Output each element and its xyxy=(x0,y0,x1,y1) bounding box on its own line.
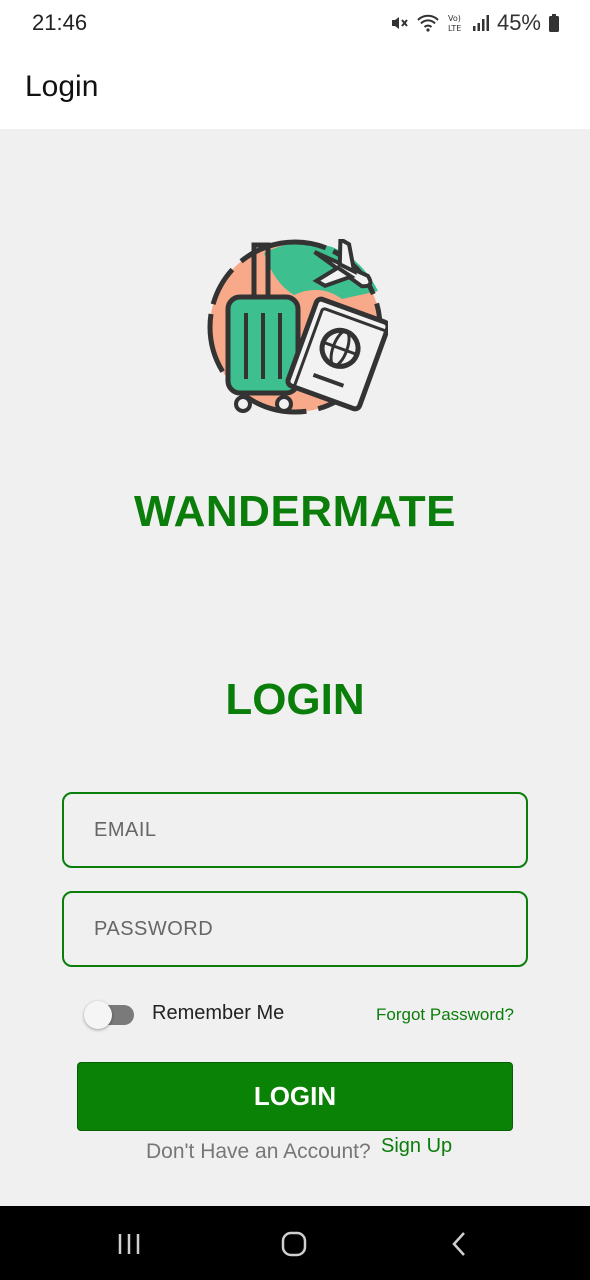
travel-luggage-passport-icon xyxy=(202,235,391,419)
sign-up-link[interactable]: Sign Up xyxy=(381,1135,452,1158)
toggle-thumb xyxy=(84,1001,112,1029)
no-account-text: Don't Have an Account? xyxy=(146,1140,371,1163)
page-title: Login xyxy=(25,70,99,103)
svg-text:LTE: LTE xyxy=(448,24,461,33)
brand-name: WANDERMATE xyxy=(134,487,456,536)
email-field[interactable] xyxy=(62,792,528,868)
system-nav-bar xyxy=(0,1206,590,1280)
login-button[interactable]: LOGIN xyxy=(77,1062,513,1131)
signal-icon xyxy=(472,14,490,32)
battery-percent: 45% xyxy=(496,10,541,35)
wifi-icon xyxy=(416,13,440,33)
remember-me-toggle[interactable] xyxy=(84,1000,134,1029)
recents-icon[interactable] xyxy=(114,1228,146,1260)
status-bar: 21:46 Vo) LTE 45% xyxy=(0,0,590,48)
login-heading: LOGIN xyxy=(225,675,365,724)
mute-icon xyxy=(389,13,409,33)
battery-icon xyxy=(548,13,560,33)
login-content: WANDERMATE LOGIN Remember Me Forgot Pass… xyxy=(0,129,590,1206)
volte-icon: Vo) LTE xyxy=(447,12,465,34)
forgot-password-link[interactable]: Forgot Password? xyxy=(376,1005,514,1025)
svg-text:Vo): Vo) xyxy=(448,14,461,23)
app-bar: Login xyxy=(0,48,590,129)
password-field[interactable] xyxy=(62,891,528,967)
back-icon[interactable] xyxy=(444,1228,476,1260)
home-icon[interactable] xyxy=(278,1228,310,1260)
status-time: 21:46 xyxy=(32,10,88,35)
remember-me-label: Remember Me xyxy=(152,1002,285,1024)
status-icons: Vo) LTE 45% xyxy=(389,10,560,36)
